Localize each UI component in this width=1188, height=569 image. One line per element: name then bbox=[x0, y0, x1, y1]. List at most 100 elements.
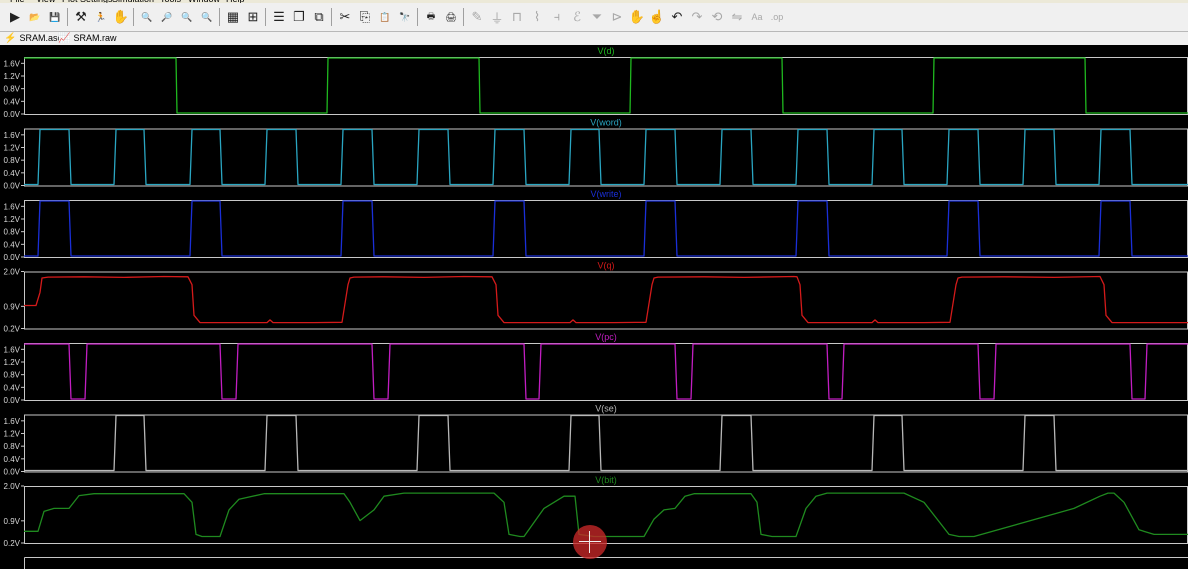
y-tick-label-vse: 1.2V bbox=[4, 430, 21, 439]
inductor-button[interactable]: ℰ bbox=[568, 8, 586, 26]
add-trace-button[interactable]: ⊞ bbox=[244, 8, 262, 26]
tile-vertical-button[interactable]: ⧉ bbox=[310, 8, 328, 26]
zoom-fit-button[interactable]: 🔍 bbox=[198, 8, 216, 26]
print-setup-icon: 🖨 bbox=[445, 11, 457, 22]
toolbar-separator bbox=[417, 8, 418, 26]
move-button[interactable]: ✋ bbox=[628, 8, 646, 26]
document-tab-bar: ⚡ SRAM.asc 📈 SRAM.raw bbox=[0, 32, 1188, 45]
diode-button[interactable]: ⏷ bbox=[588, 8, 606, 26]
tile-horizontal-button[interactable]: ☰ bbox=[270, 8, 288, 26]
spice-directive-button[interactable]: .op bbox=[768, 8, 786, 26]
trace-title-vq[interactable]: V(q) bbox=[597, 261, 614, 271]
trace-line-vpc[interactable] bbox=[24, 343, 1188, 400]
label-net-button[interactable]: ⊓ bbox=[508, 8, 526, 26]
tile-vertical-icon: ⧉ bbox=[314, 9, 324, 24]
tab-label: SRAM.raw bbox=[73, 33, 117, 43]
y-tick-label-vpc: 0.4V bbox=[4, 383, 21, 392]
scissors-icon: ✂ bbox=[339, 9, 351, 24]
trace-line-vbit[interactable] bbox=[24, 492, 1188, 538]
capacitor-button[interactable]: ⫞ bbox=[548, 8, 566, 26]
save-button[interactable]: 💾 bbox=[46, 8, 64, 26]
mirror-button[interactable]: ⇋ bbox=[728, 8, 746, 26]
trace-line-vse[interactable] bbox=[24, 414, 1188, 472]
tab-sram-asc[interactable]: ⚡ SRAM.asc bbox=[4, 32, 62, 45]
print-setup-button[interactable]: 🖨 bbox=[442, 8, 460, 26]
trace-line-vq[interactable] bbox=[24, 275, 1188, 324]
y-tick-label-vd: 0.8V bbox=[4, 85, 21, 94]
waveform-plot-area[interactable]: V(d) 1.6V 1.2V 0.8V 0.4V 0.0V V(word) 1.6V 1.2V 0… bbox=[0, 45, 1188, 569]
waveform-svg[interactable]: V(d) 1.6V 1.2V 0.8V 0.4V 0.0V V(word) 1.6V 1.2V 0… bbox=[0, 45, 1188, 569]
hand-icon: ✋ bbox=[112, 9, 130, 24]
trace-title-vbit[interactable]: V(bit) bbox=[595, 475, 617, 485]
y-tick-label-vword: 0.0V bbox=[4, 182, 21, 191]
run-icon: ▶ bbox=[10, 9, 20, 24]
toolbar-separator bbox=[331, 8, 332, 26]
paste-button[interactable]: 📋 bbox=[376, 8, 394, 26]
y-tick-label-vq: 2.0V bbox=[4, 268, 21, 277]
control-panel-button[interactable]: ⚒ bbox=[72, 8, 90, 26]
y-tick-label-vd: 0.4V bbox=[4, 97, 21, 106]
waveform-icon: 📈 bbox=[58, 33, 71, 44]
tile-horizontal-icon: ☰ bbox=[273, 9, 285, 24]
ground-button[interactable]: ⏚ bbox=[488, 8, 506, 26]
trace-line-vd[interactable] bbox=[24, 57, 1188, 114]
y-tick-label-vword: 0.4V bbox=[4, 169, 21, 178]
running-man-icon: 🏃 bbox=[95, 11, 107, 22]
tab-sram-raw[interactable]: 📈 SRAM.raw bbox=[58, 32, 116, 45]
trace-title-vse[interactable]: V(se) bbox=[595, 404, 617, 414]
move-hand-icon: ✋ bbox=[628, 9, 646, 24]
draw-wire-button[interactable]: ✎ bbox=[468, 8, 486, 26]
copy-button[interactable]: ⎘ bbox=[356, 8, 374, 26]
floppy-icon: 💾 bbox=[49, 11, 61, 22]
pan-button[interactable]: ✋ bbox=[112, 8, 130, 26]
y-tick-label-vse: 0.4V bbox=[4, 455, 21, 464]
open-button[interactable]: 📂 bbox=[26, 8, 44, 26]
tab-label: SRAM.asc bbox=[19, 33, 62, 43]
rotate-icon: ⟲ bbox=[711, 9, 723, 24]
trace-line-vwrite[interactable] bbox=[24, 200, 1188, 257]
toolbar-separator bbox=[265, 8, 266, 26]
trace-title-vword[interactable]: V(word) bbox=[590, 118, 622, 128]
pencil-icon: ✎ bbox=[471, 9, 483, 24]
hammer-icon: ⚒ bbox=[75, 9, 87, 24]
rotate-button[interactable]: ⟲ bbox=[708, 8, 726, 26]
pane-frame-vwrite bbox=[24, 200, 1188, 258]
undo-button[interactable]: ↶ bbox=[668, 8, 686, 26]
zoom-area-icon: 🔎 bbox=[161, 11, 173, 22]
text-button[interactable]: Aa bbox=[748, 8, 766, 26]
drag-button[interactable]: ☝ bbox=[648, 8, 666, 26]
cascade-button[interactable]: ❐ bbox=[290, 8, 308, 26]
printer-icon: 🖶 bbox=[426, 11, 436, 21]
diode-icon: ⏷ bbox=[591, 9, 603, 24]
find-button[interactable]: 🔭 bbox=[396, 8, 414, 26]
y-tick-label-vwrite: 0.8V bbox=[4, 228, 21, 237]
component-button[interactable]: ⊳ bbox=[608, 8, 626, 26]
trace-line-vword[interactable] bbox=[24, 128, 1188, 186]
pane-frame-vword bbox=[24, 128, 1188, 187]
y-tick-label-vd: 1.6V bbox=[4, 59, 21, 68]
y-tick-label-vwrite: 1.6V bbox=[4, 202, 21, 211]
spice-directive-icon: .op bbox=[770, 12, 784, 22]
toolbar-separator bbox=[463, 8, 464, 26]
cut-button[interactable]: ✂ bbox=[336, 8, 354, 26]
y-tick-label-vbit: 0.2V bbox=[4, 539, 21, 548]
trace-title-vd[interactable]: V(d) bbox=[597, 46, 614, 56]
halt-button[interactable]: 🏃 bbox=[92, 8, 110, 26]
zoom-area-button[interactable]: 🔎 bbox=[158, 8, 176, 26]
y-tick-label-vq: 0.2V bbox=[4, 325, 21, 334]
y-tick-label-vse: 0.8V bbox=[4, 442, 21, 451]
resistor-button[interactable]: ⌇ bbox=[528, 8, 546, 26]
trace-title-vwrite[interactable]: V(write) bbox=[591, 189, 622, 199]
redo-button[interactable]: ↷ bbox=[688, 8, 706, 26]
autorange-button[interactable]: ▦ bbox=[224, 8, 242, 26]
undo-icon: ↶ bbox=[671, 9, 683, 24]
trace-title-vpc[interactable]: V(pc) bbox=[595, 332, 617, 342]
zoom-in-button[interactable]: 🔍 bbox=[138, 8, 156, 26]
zoom-out-button[interactable]: 🔍 bbox=[178, 8, 196, 26]
pane-frame-vpc bbox=[24, 343, 1188, 401]
y-tick-label-vq: 0.9V bbox=[4, 302, 21, 311]
run-button[interactable]: ▶ bbox=[6, 8, 24, 26]
print-button[interactable]: 🖶 bbox=[422, 8, 440, 26]
y-tick-label-vpc: 1.2V bbox=[4, 358, 21, 367]
drag-hand-icon: ☝ bbox=[648, 9, 666, 24]
